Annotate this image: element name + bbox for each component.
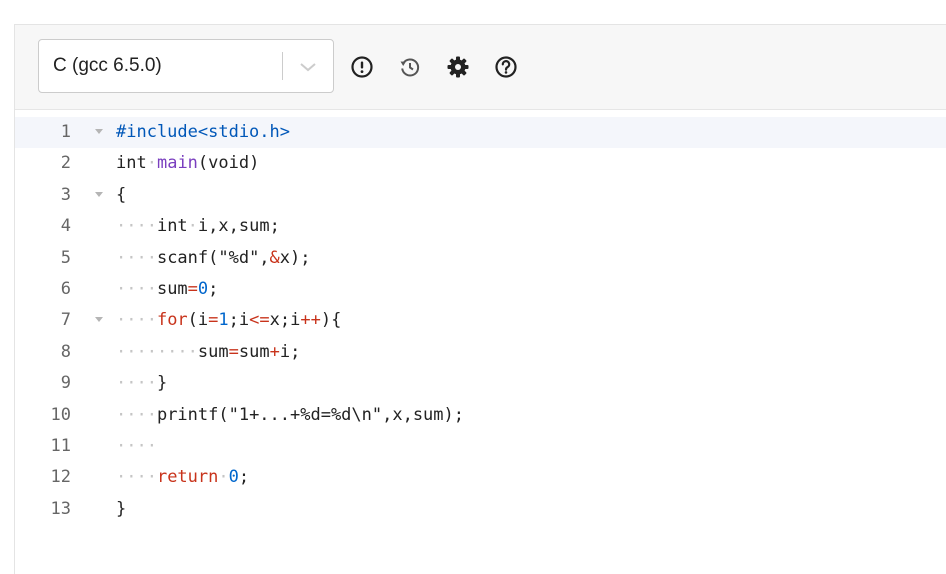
- code-token: sum: [156, 279, 188, 299]
- line-number: 8: [60, 341, 71, 362]
- code-text: ····for(i=1;i<=x;i++){: [116, 305, 341, 336]
- code-token: x);: [279, 247, 311, 268]
- line-number: 6: [60, 279, 71, 299]
- code-editor-panel: C (gcc 6.5.0) 1 #include<stdio.h> 2 int·…: [14, 24, 946, 574]
- code-token: 1: [218, 310, 229, 331]
- line-number: 12: [50, 467, 71, 488]
- code-token: {: [116, 184, 127, 205]
- whitespace-marker: ····: [116, 216, 157, 237]
- code-line[interactable]: 8 ········sum=sum+i;: [15, 337, 946, 368]
- gear-icon[interactable]: [446, 55, 470, 79]
- line-number: 9: [60, 373, 71, 394]
- code-token: +: [269, 341, 280, 362]
- code-token: i,x,sum;: [197, 216, 280, 237]
- code-text: ····}: [116, 368, 167, 399]
- whitespace-marker: ····: [116, 310, 157, 331]
- select-separator: [282, 52, 283, 80]
- code-token: sum: [238, 341, 270, 362]
- code-token: x;i: [269, 310, 301, 331]
- code-text: {: [116, 180, 126, 211]
- code-text: #include<stdio.h>: [116, 117, 290, 148]
- code-token: printf("1+...+%d=%d\n",x,sum);: [156, 404, 464, 425]
- code-line[interactable]: 13}: [15, 494, 946, 525]
- code-text: ····return·0;: [116, 462, 249, 493]
- code-token: (void): [197, 153, 260, 174]
- code-line[interactable]: 7 ····for(i=1;i<=x;i++){: [15, 305, 946, 336]
- code-token: ;: [208, 279, 219, 299]
- line-number: 4: [60, 216, 71, 237]
- code-text: ····scanf("%d",&x);: [116, 243, 311, 274]
- fold-toggle-icon[interactable]: [95, 191, 103, 197]
- code-text: }: [116, 494, 126, 525]
- code-token: return: [156, 467, 219, 488]
- line-number: 13: [50, 498, 71, 519]
- code-text: int·main(void): [116, 148, 259, 179]
- code-text: ····int·i,x,sum;: [116, 211, 280, 242]
- whitespace-marker: ········: [116, 341, 198, 362]
- whitespace-marker: ·: [187, 216, 198, 237]
- code-line[interactable]: 3{: [15, 180, 946, 211]
- code-token: =: [208, 310, 219, 331]
- code-token: scanf("%d",: [156, 247, 270, 268]
- fold-toggle-icon[interactable]: [95, 317, 103, 323]
- whitespace-marker: ····: [116, 467, 157, 488]
- code-text: ····: [116, 431, 157, 462]
- exclamation-circle-icon[interactable]: [350, 55, 374, 79]
- question-circle-icon[interactable]: [494, 55, 518, 79]
- code-token: &: [269, 247, 280, 268]
- whitespace-marker: ·: [146, 153, 157, 174]
- code-line[interactable]: 5 ····scanf("%d",&x);: [15, 243, 946, 274]
- line-number: 1: [60, 122, 71, 142]
- code-token: ++: [300, 310, 321, 331]
- code-token: =: [187, 279, 198, 299]
- code-token: <=: [249, 310, 270, 331]
- line-number: 7: [60, 310, 71, 331]
- code-token: #include<stdio.h>: [116, 122, 290, 142]
- whitespace-marker: ····: [116, 373, 157, 394]
- code-editor[interactable]: 1 #include<stdio.h> 2 int·main(void) 3{4 ····…: [15, 110, 946, 574]
- code-line[interactable]: 2 int·main(void): [15, 148, 946, 179]
- line-number: 11: [50, 436, 71, 456]
- code-text: ····sum=0;: [116, 274, 218, 305]
- code-line[interactable]: 4 ····int·i,x,sum;: [15, 211, 946, 242]
- code-line[interactable]: 9 ····}: [15, 368, 946, 399]
- code-line[interactable]: 12 ····return·0;: [15, 462, 946, 493]
- code-token: }: [156, 373, 168, 394]
- whitespace-marker: ····: [116, 404, 157, 425]
- line-number: 3: [60, 184, 71, 205]
- code-token: ){: [320, 310, 342, 331]
- code-line[interactable]: 6 ····sum=0;: [15, 274, 946, 305]
- whitespace-marker: ····: [116, 247, 157, 268]
- code-token: ;i: [228, 310, 250, 331]
- code-text: ····printf("1+...+%d=%d\n",x,sum);: [116, 400, 464, 431]
- code-token: 0: [228, 467, 239, 488]
- code-token: ;: [238, 467, 250, 488]
- line-number: 5: [60, 247, 71, 268]
- code-line[interactable]: 10 ····printf("1+...+%d=%d\n",x,sum);: [15, 400, 946, 431]
- code-token: int: [156, 216, 188, 237]
- line-number: 2: [60, 153, 71, 174]
- code-token: (i: [187, 310, 209, 331]
- whitespace-marker: ·: [218, 467, 229, 488]
- fold-toggle-icon[interactable]: [95, 129, 103, 134]
- history-icon[interactable]: [398, 55, 422, 79]
- code-token: sum: [197, 341, 229, 362]
- code-token: i;: [279, 341, 301, 362]
- code-token: 0: [197, 279, 209, 299]
- code-line[interactable]: 11 ····: [15, 431, 946, 462]
- code-token: =: [228, 341, 239, 362]
- language-select[interactable]: C (gcc 6.5.0): [38, 39, 334, 93]
- line-number: 10: [50, 404, 71, 425]
- code-token: main: [156, 153, 198, 174]
- code-token: for: [156, 310, 188, 331]
- language-select-value: C (gcc 6.5.0): [53, 55, 162, 76]
- toolbar: C (gcc 6.5.0): [15, 25, 946, 110]
- code-token: int: [116, 153, 147, 174]
- code-line[interactable]: 1 #include<stdio.h>: [15, 117, 946, 148]
- whitespace-marker: ····: [116, 436, 157, 456]
- whitespace-marker: ····: [116, 279, 157, 299]
- chevron-down-icon[interactable]: [297, 57, 319, 77]
- code-token: }: [116, 498, 127, 519]
- code-text: ········sum=sum+i;: [116, 337, 300, 368]
